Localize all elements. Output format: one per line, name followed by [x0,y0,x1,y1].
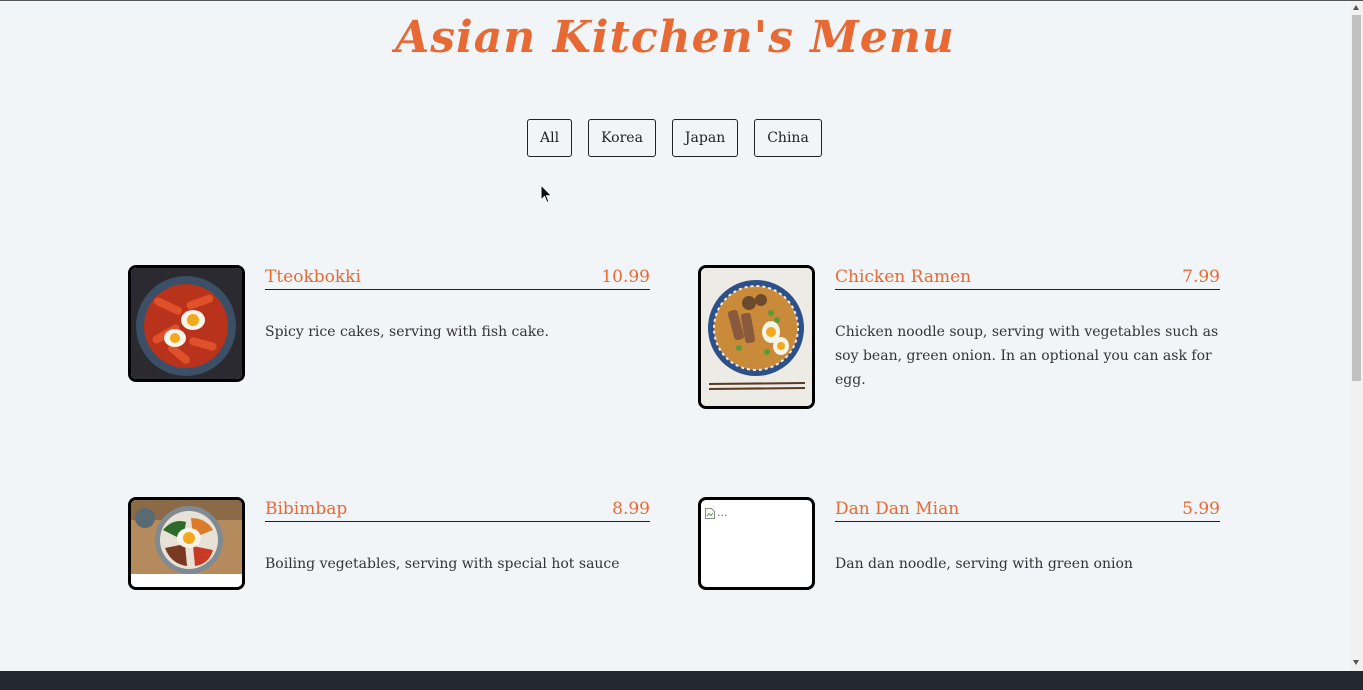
page-title: Asian Kitchen's Menu [395,12,955,63]
filter-korea-button[interactable]: Korea [588,119,656,157]
scroll-up-arrow-icon[interactable] [1353,5,1359,10]
filter-china-button[interactable]: China [754,119,822,157]
filter-bar: All Korea Japan China [527,119,822,157]
top-border [0,0,1363,1]
menu-item-description: Boiling vegetables, serving with special… [265,556,620,572]
menu-item-price: 7.99 [1182,267,1220,287]
menu-item-description: Dan dan noodle, serving with green onion [835,556,1133,572]
menu-item-description: Spicy rice cakes, serving with fish cake… [265,324,549,340]
menu-item-price: 5.99 [1182,499,1220,519]
menu-item-header: Dan Dan Mian 5.99 [835,497,1220,522]
menu-item-description: Chicken noodle soup, serving with vegeta… [835,324,1219,388]
menu-item-header: Bibimbap 8.99 [265,497,650,522]
menu-item-info: Chicken Ramen 7.99 Chicken noodle soup, … [835,265,1220,392]
menu-item-info: Bibimbap 8.99 Boiling vegetables, servin… [265,497,650,576]
image-alt-text: ... [717,506,728,519]
menu-item-price: 10.99 [601,267,650,287]
menu-item-info: Tteokbokki 10.99 Spicy rice cakes, servi… [265,265,650,344]
menu-item-info: Dan Dan Mian 5.99 Dan dan noodle, servin… [835,497,1220,576]
menu-item-name: Chicken Ramen [835,267,972,287]
footer-bar [0,671,1363,690]
broken-image-icon [705,508,715,519]
filter-all-button[interactable]: All [527,119,573,157]
menu-item-name: Dan Dan Mian [835,499,960,519]
menu-item-header: Tteokbokki 10.99 [265,265,650,290]
chicken-ramen-photo [698,265,815,409]
vertical-scrollbar[interactable] [1350,1,1363,671]
dan-dan-mian-photo: ... [698,497,815,590]
menu-item-name: Bibimbap [265,499,348,519]
scrollbar-thumb[interactable] [1352,15,1361,381]
scroll-down-arrow-icon[interactable] [1353,660,1359,665]
bibimbap-photo [128,497,245,590]
menu-item-price: 8.99 [612,499,650,519]
menu-item-header: Chicken Ramen 7.99 [835,265,1220,290]
mouse-cursor-icon [540,184,553,204]
tteokbokki-photo [128,265,245,382]
menu-item-name: Tteokbokki [265,267,361,287]
filter-japan-button[interactable]: Japan [671,119,739,157]
